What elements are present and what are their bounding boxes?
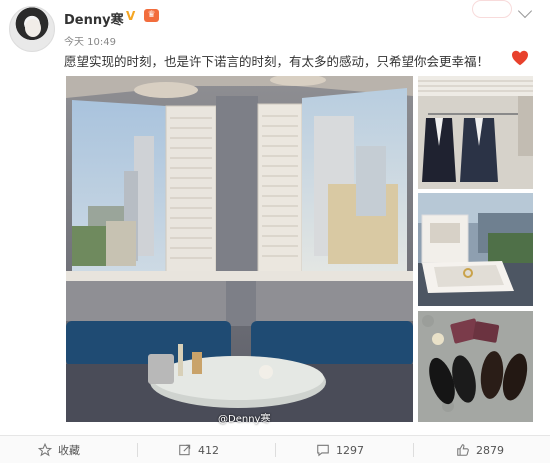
post-time[interactable]: 今天 10:49 [64,33,116,48]
verified-v-icon: V [126,9,136,23]
comment-count: 1297 [336,443,364,457]
thumbnail-shoes[interactable] [418,311,533,422]
chevron-down-icon[interactable] [517,3,533,19]
post-text: 愿望实现的时刻，也是许下诺言的时刻，有太多的感动，只希望你会更幸福！ [64,54,490,69]
watermark-decoration [472,0,512,18]
favorite-label: 收藏 [58,444,80,457]
divider [413,443,414,457]
favorite-button[interactable]: 收藏 [38,436,80,463]
like-count: 2879 [476,443,504,457]
thumbnail-suits[interactable] [418,76,533,189]
main-photo[interactable] [66,76,413,422]
username[interactable]: Denny寒 [64,9,124,28]
like-button[interactable]: 2879 [456,436,504,463]
repost-icon [179,444,191,456]
red-heart-icon [512,50,528,66]
thumbs-up-icon [457,444,469,456]
photo-credit: @Denny寒 [218,414,271,425]
avatar-face [25,19,41,37]
hotel-room-illustration [66,76,413,422]
comment-button[interactable]: 1297 [316,436,364,463]
avatar[interactable] [9,6,55,52]
suits-illustration [418,76,533,189]
repost-count: 412 [198,443,219,457]
action-bar: 收藏 412 1297 2879 [0,435,550,463]
thumbnail-ring-box[interactable] [418,193,533,306]
divider [137,443,138,457]
shoes-illustration [418,311,533,422]
ring-box-illustration [418,193,533,306]
comment-icon [317,444,329,457]
repost-button[interactable]: 412 [178,436,219,463]
divider [275,443,276,457]
star-icon [38,443,52,457]
member-badge-icon[interactable]: ♛ [144,9,159,22]
